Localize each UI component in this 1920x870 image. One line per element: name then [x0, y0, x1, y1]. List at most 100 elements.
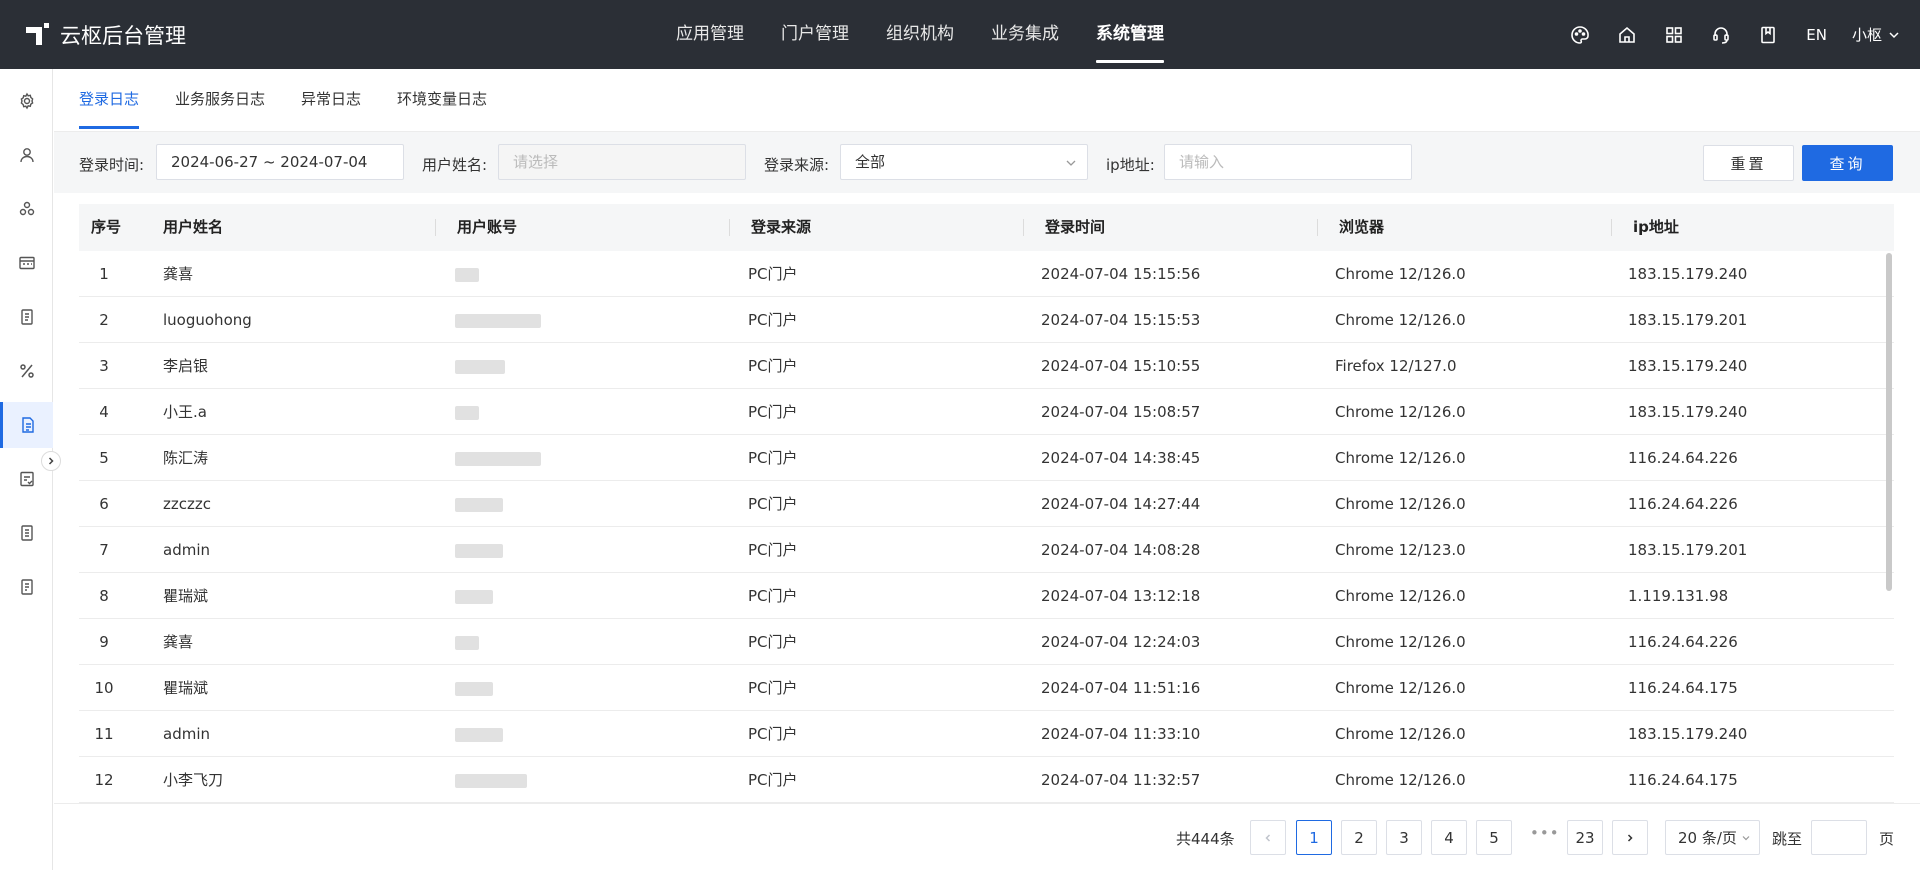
table-body: 1 龚喜 PC门户 2024-07-04 15:15:56 Chrome 12/…	[79, 251, 1894, 803]
nav-item-organization[interactable]: 组织机构	[886, 0, 954, 69]
cell-ip-address: 183.15.179.240	[1628, 265, 1748, 283]
redacted-account	[455, 590, 493, 604]
cell-login-time: 2024-07-04 15:10:55	[1041, 357, 1201, 375]
cell-user-name: 李启银	[163, 357, 209, 375]
cell-login-time: 2024-07-04 11:32:57	[1041, 771, 1201, 789]
table-row[interactable]: 9 龚喜 PC门户 2024-07-04 12:24:03 Chrome 12/…	[79, 619, 1894, 665]
redacted-account	[455, 682, 493, 696]
cell-ip-address: 183.15.179.240	[1628, 403, 1748, 421]
cell-ip-address: 116.24.64.226	[1628, 449, 1738, 467]
page-button-4[interactable]: 4	[1431, 820, 1467, 855]
headset-icon[interactable]	[1710, 24, 1732, 46]
table-row[interactable]: 4 小王.a PC门户 2024-07-04 15:08:57 Chrome 1…	[79, 389, 1894, 435]
pagination: 共444条 1 2 3 4 5 ••• 23 20 条/页 跳至 页	[54, 803, 1920, 870]
column-header-login-time: 登录时间	[1045, 218, 1106, 236]
main-content: 登录日志 业务服务日志 异常日志 环境变量日志 登录时间: 2024-06-27…	[54, 69, 1920, 870]
page-button-5[interactable]: 5	[1476, 820, 1512, 855]
cell-user-name: 瞿瑞斌	[163, 587, 209, 605]
panel-icon[interactable]	[0, 240, 53, 286]
book-icon[interactable]	[1757, 24, 1779, 46]
table-row[interactable]: 1 龚喜 PC门户 2024-07-04 15:15:56 Chrome 12/…	[79, 251, 1894, 297]
cell-login-source: PC门户	[748, 311, 798, 329]
cell-browser: Chrome 12/126.0	[1335, 725, 1466, 743]
next-page-button[interactable]	[1612, 820, 1648, 855]
login-time-range-input[interactable]: 2024-06-27 ~ 2024-07-04	[156, 144, 404, 180]
nav-item-business-integration[interactable]: 业务集成	[991, 0, 1059, 69]
percent-icon[interactable]	[0, 348, 53, 394]
redacted-account	[455, 268, 479, 282]
table-row[interactable]: 2 luoguohong PC门户 2024-07-04 15:15:53 Ch…	[79, 297, 1894, 343]
apps-icon[interactable]	[0, 186, 53, 232]
cell-browser: Chrome 12/126.0	[1335, 311, 1466, 329]
cell-index: 4	[99, 403, 109, 421]
prev-page-button[interactable]	[1250, 820, 1286, 855]
pagination-ellipsis[interactable]: •••	[1530, 824, 1560, 842]
report-icon[interactable]	[0, 510, 53, 556]
column-divider	[435, 219, 436, 236]
cell-login-source: PC门户	[748, 265, 798, 283]
cell-login-time: 2024-07-04 15:15:56	[1041, 265, 1201, 283]
reset-button[interactable]: 重置	[1703, 145, 1794, 181]
table-row[interactable]: 7 admin PC门户 2024-07-04 14:08:28 Chrome …	[79, 527, 1894, 573]
chevron-down-icon	[1742, 835, 1750, 840]
user-icon[interactable]	[0, 132, 53, 178]
username-label: 用户姓名:	[422, 156, 488, 174]
cell-ip-address: 1.119.131.98	[1628, 587, 1729, 605]
cell-browser: Chrome 12/126.0	[1335, 403, 1466, 421]
cell-login-time: 2024-07-04 14:27:44	[1041, 495, 1201, 513]
cell-login-source: PC门户	[748, 771, 798, 789]
user-menu[interactable]: 小枢	[1852, 24, 1900, 45]
column-divider	[1023, 219, 1024, 236]
redacted-account	[455, 360, 505, 374]
page-size-select[interactable]: 20 条/页	[1665, 820, 1760, 855]
login-source-select[interactable]: 全部	[840, 144, 1088, 180]
table-row[interactable]: 12 小李飞刀 PC门户 2024-07-04 11:32:57 Chrome …	[79, 757, 1894, 803]
document-icon[interactable]	[0, 294, 53, 340]
chevron-right-icon	[48, 457, 54, 465]
tab-login-log[interactable]: 登录日志	[79, 69, 140, 129]
table-row[interactable]: 3 李启银 PC门户 2024-07-04 15:10:55 Firefox 1…	[79, 343, 1894, 389]
page-size-value: 20 条/页	[1678, 829, 1737, 847]
log-file-icon[interactable]	[0, 402, 53, 448]
table-row[interactable]: 8 瞿瑞斌 PC门户 2024-07-04 13:12:18 Chrome 12…	[79, 573, 1894, 619]
tab-exception-log[interactable]: 异常日志	[301, 69, 361, 129]
table-row[interactable]: 11 admin PC门户 2024-07-04 11:33:10 Chrome…	[79, 711, 1894, 757]
column-divider	[1611, 219, 1612, 236]
cell-user-name: zzczzc	[163, 495, 211, 513]
sidebar-expand-button[interactable]	[41, 451, 61, 471]
cell-login-time: 2024-07-04 14:08:28	[1041, 541, 1201, 559]
username-select[interactable]: 请选择	[498, 144, 746, 180]
cell-user-name: admin	[163, 725, 210, 743]
app-logo[interactable]: 云枢后台管理	[26, 20, 186, 50]
cell-browser: Chrome 12/126.0	[1335, 679, 1466, 697]
palette-icon[interactable]	[1569, 24, 1591, 46]
nav-item-portal-management[interactable]: 门户管理	[781, 0, 849, 69]
jump-to-page-input[interactable]	[1811, 820, 1867, 855]
tab-business-service-log[interactable]: 业务服务日志	[175, 69, 265, 129]
settings-icon[interactable]	[0, 78, 53, 124]
nav-item-system-management[interactable]: 系统管理	[1096, 0, 1164, 69]
table-row[interactable]: 5 陈汇涛 PC门户 2024-07-04 14:38:45 Chrome 12…	[79, 435, 1894, 481]
redacted-account	[455, 406, 479, 420]
table-scrollbar[interactable]	[1886, 253, 1892, 591]
top-bar: 云枢后台管理 应用管理 门户管理 组织机构 业务集成 系统管理 EN 小枢	[0, 0, 1920, 69]
grid-icon[interactable]	[1663, 24, 1685, 46]
page-button-3[interactable]: 3	[1386, 820, 1422, 855]
cell-ip-address: 183.15.179.201	[1628, 311, 1748, 329]
page-button-1[interactable]: 1	[1296, 820, 1332, 855]
archive-icon[interactable]	[0, 564, 53, 610]
top-tools: EN 小枢	[1544, 0, 1900, 69]
cell-user-name: luoguohong	[163, 311, 252, 329]
table-row[interactable]: 10 瞿瑞斌 PC门户 2024-07-04 11:51:16 Chrome 1…	[79, 665, 1894, 711]
tab-env-variable-log[interactable]: 环境变量日志	[397, 69, 487, 129]
cell-login-time: 2024-07-04 11:33:10	[1041, 725, 1201, 743]
home-icon[interactable]	[1616, 24, 1638, 46]
table-row[interactable]: 6 zzczzc PC门户 2024-07-04 14:27:44 Chrome…	[79, 481, 1894, 527]
language-switch[interactable]: EN	[1806, 26, 1827, 44]
page-button-2[interactable]: 2	[1341, 820, 1377, 855]
nav-item-app-management[interactable]: 应用管理	[676, 0, 744, 69]
query-button[interactable]: 查询	[1802, 145, 1893, 181]
ip-address-input[interactable]: 请输入	[1164, 144, 1412, 180]
page-button-last[interactable]: 23	[1567, 820, 1603, 855]
cell-login-time: 2024-07-04 12:24:03	[1041, 633, 1201, 651]
